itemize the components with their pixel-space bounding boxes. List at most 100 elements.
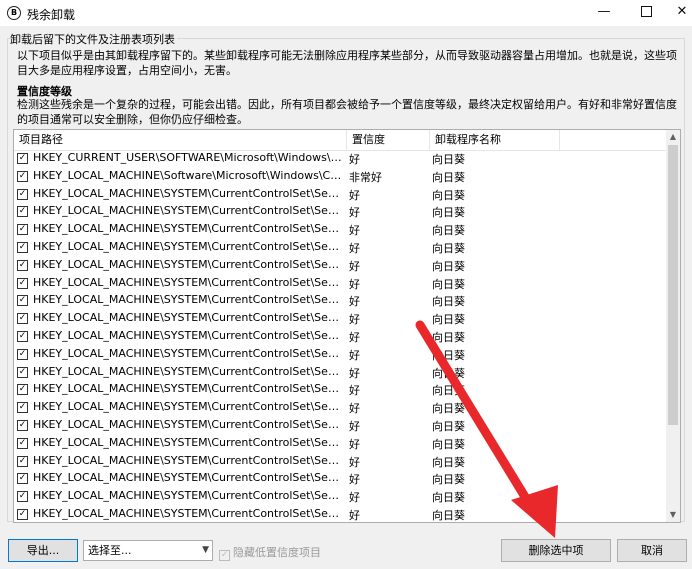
select-to-value: 选择至... (88, 544, 132, 557)
row-checkbox[interactable]: ✓ (17, 224, 28, 236)
row-confidence: 好 (349, 188, 360, 202)
row-program: 向日葵 (432, 224, 465, 238)
remove-selected-button[interactable]: 删除选中项 (501, 539, 611, 562)
close-button[interactable]: ✕ (660, 0, 692, 26)
row-confidence: 好 (349, 366, 360, 380)
leftovers-list[interactable]: 项目路径 置信度 卸载程序名称 ^ ✓ HKEY_CURRENT_USER\SOF… (13, 129, 681, 523)
table-row[interactable]: ✓ HKEY_LOCAL_MACHINE\SYSTEM\CurrentContro… (14, 239, 666, 257)
row-checkbox[interactable]: ✓ (17, 402, 28, 414)
row-checkbox[interactable]: ✓ (17, 419, 28, 431)
table-row[interactable]: ✓ HKEY_LOCAL_MACHINE\SYSTEM\CurrentContro… (14, 257, 666, 275)
row-confidence: 好 (349, 491, 360, 505)
table-row[interactable]: ✓ HKEY_LOCAL_MACHINE\SYSTEM\CurrentContro… (14, 346, 666, 364)
select-to-dropdown[interactable]: 选择至... ▼ (83, 540, 213, 561)
row-checkbox[interactable]: ✓ (17, 437, 28, 449)
row-program: 向日葵 (432, 437, 465, 451)
row-path: HKEY_LOCAL_MACHINE\SYSTEM\CurrentControl… (33, 435, 343, 449)
row-program: 向日葵 (432, 455, 465, 469)
row-confidence: 好 (349, 241, 360, 255)
vertical-scrollbar[interactable]: ▲ ▼ (666, 130, 680, 522)
row-checkbox[interactable]: ✓ (17, 455, 28, 467)
row-checkbox[interactable]: ✓ (17, 473, 28, 485)
row-program: 向日葵 (432, 419, 465, 433)
table-row[interactable]: ✓ HKEY_LOCAL_MACHINE\SYSTEM\CurrentContro… (14, 488, 666, 506)
row-checkbox[interactable]: ✓ (17, 259, 28, 271)
table-row[interactable]: ✓ HKEY_LOCAL_MACHINE\SYSTEM\CurrentContro… (14, 186, 666, 204)
table-row[interactable]: ✓ HKEY_LOCAL_MACHINE\SYSTEM\CurrentContro… (14, 435, 666, 453)
row-path: HKEY_LOCAL_MACHINE\SYSTEM\CurrentControl… (33, 222, 343, 236)
hide-low-confidence-checkbox[interactable]: ✓ 隐藏低置信度项目 (219, 544, 321, 561)
table-row[interactable]: ✓ HKEY_LOCAL_MACHINE\SYSTEM\CurrentContro… (14, 417, 666, 435)
row-path: HKEY_LOCAL_MACHINE\SYSTEM\CurrentControl… (33, 257, 343, 271)
row-path: HKEY_LOCAL_MACHINE\SYSTEM\CurrentControl… (33, 186, 343, 200)
row-program: 向日葵 (432, 206, 465, 220)
row-path: HKEY_LOCAL_MACHINE\SYSTEM\CurrentControl… (33, 204, 343, 218)
export-button[interactable]: 导出... (8, 539, 78, 562)
row-checkbox[interactable]: ✓ (17, 330, 28, 342)
column-header-confidence[interactable]: 置信度 (347, 130, 430, 150)
row-confidence: 好 (349, 224, 360, 238)
column-header-path[interactable]: 项目路径 (14, 130, 347, 150)
row-program: 向日葵 (432, 259, 465, 273)
checkbox-disabled-icon: ✓ (219, 550, 230, 561)
row-checkbox[interactable]: ✓ (17, 491, 28, 503)
table-row[interactable]: ✓ HKEY_LOCAL_MACHINE\SYSTEM\CurrentContro… (14, 453, 666, 471)
scrollbar-thumb[interactable] (668, 145, 678, 425)
table-row[interactable]: ✓ HKEY_LOCAL_MACHINE\SYSTEM\CurrentContro… (14, 221, 666, 239)
table-row[interactable]: ✓ HKEY_LOCAL_MACHINE\Software\Microsoft\W… (14, 168, 666, 186)
row-path: HKEY_CURRENT_USER\SOFTWARE\Microsoft\Win… (33, 151, 343, 164)
row-checkbox[interactable]: ✓ (17, 295, 28, 307)
row-path: HKEY_LOCAL_MACHINE\SYSTEM\CurrentControl… (33, 400, 343, 414)
row-program: 向日葵 (432, 241, 465, 255)
scroll-down-icon[interactable]: ▼ (666, 508, 680, 522)
row-confidence: 好 (349, 402, 360, 416)
table-row[interactable]: ✓ HKEY_LOCAL_MACHINE\SYSTEM\CurrentContro… (14, 292, 666, 310)
table-row[interactable]: ✓ HKEY_LOCAL_MACHINE\SYSTEM\CurrentContro… (14, 275, 666, 293)
row-checkbox[interactable]: ✓ (17, 206, 28, 218)
minimize-button[interactable]: — (582, 0, 626, 26)
row-checkbox[interactable]: ✓ (17, 170, 28, 182)
row-checkbox[interactable]: ✓ (17, 277, 28, 289)
row-program: 向日葵 (432, 170, 465, 184)
row-confidence: 好 (349, 277, 360, 291)
row-program: 向日葵 (432, 277, 465, 291)
row-program: 向日葵 (432, 188, 465, 202)
row-path: HKEY_LOCAL_MACHINE\SYSTEM\CurrentControl… (33, 364, 343, 378)
hide-low-confidence-label: 隐藏低置信度项目 (233, 546, 321, 559)
row-checkbox[interactable]: ✓ (17, 241, 28, 253)
table-row[interactable]: ✓ HKEY_LOCAL_MACHINE\SYSTEM\CurrentContro… (14, 381, 666, 399)
title-bar: B 残余卸载 — ✕ (0, 0, 692, 26)
maximize-icon (640, 6, 652, 17)
row-checkbox[interactable]: ✓ (17, 153, 28, 164)
scroll-up-icon[interactable]: ▲ (666, 130, 680, 144)
row-checkbox[interactable]: ✓ (17, 384, 28, 396)
row-path: HKEY_LOCAL_MACHINE\SYSTEM\CurrentControl… (33, 417, 343, 431)
row-confidence: 好 (349, 419, 360, 433)
table-row[interactable]: ✓ HKEY_LOCAL_MACHINE\SYSTEM\CurrentContro… (14, 399, 666, 417)
row-confidence: 好 (349, 153, 360, 166)
table-row[interactable]: ✓ HKEY_CURRENT_USER\SOFTWARE\Microsoft\Wi… (14, 150, 666, 168)
sort-ascending-icon: ^ (490, 129, 498, 137)
row-checkbox[interactable]: ✓ (17, 366, 28, 378)
table-row[interactable]: ✓ HKEY_LOCAL_MACHINE\SYSTEM\CurrentContro… (14, 364, 666, 382)
row-checkbox[interactable]: ✓ (17, 188, 28, 200)
row-checkbox[interactable]: ✓ (17, 348, 28, 360)
row-confidence: 好 (349, 259, 360, 273)
row-program: 向日葵 (432, 473, 465, 487)
cancel-button[interactable]: 取消 (617, 539, 687, 562)
row-confidence: 好 (349, 348, 360, 362)
table-row[interactable]: ✓ HKEY_LOCAL_MACHINE\SYSTEM\CurrentContro… (14, 328, 666, 346)
row-checkbox[interactable]: ✓ (17, 313, 28, 325)
row-path: HKEY_LOCAL_MACHINE\SYSTEM\CurrentControl… (33, 293, 343, 307)
row-checkbox[interactable]: ✓ (17, 508, 28, 520)
table-row[interactable]: ✓ HKEY_LOCAL_MACHINE\SYSTEM\CurrentContro… (14, 470, 666, 488)
row-path: HKEY_LOCAL_MACHINE\SYSTEM\CurrentControl… (33, 382, 343, 396)
row-program: 向日葵 (432, 330, 465, 344)
table-row[interactable]: ✓ HKEY_LOCAL_MACHINE\SYSTEM\CurrentContro… (14, 310, 666, 328)
list-header: 项目路径 置信度 卸载程序名称 ^ (14, 130, 666, 151)
row-confidence: 非常好 (349, 170, 382, 184)
row-confidence: 好 (349, 437, 360, 451)
table-row[interactable]: ✓ HKEY_LOCAL_MACHINE\SYSTEM\CurrentContro… (14, 203, 666, 221)
table-row[interactable]: ✓ HKEY_LOCAL_MACHINE\SYSTEM\CurrentContro… (14, 506, 666, 522)
row-program: 向日葵 (432, 491, 465, 505)
